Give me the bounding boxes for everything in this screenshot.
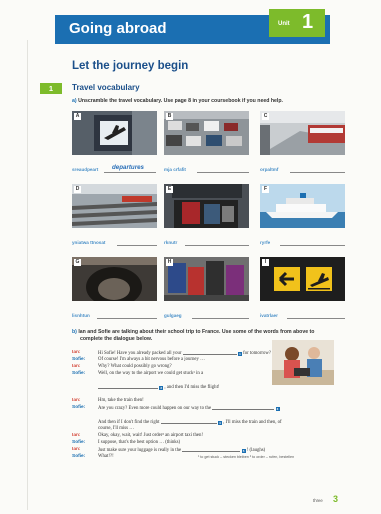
scrambled-word-f: ryrfe [260, 240, 271, 245]
speaker: Sofie: [72, 357, 86, 362]
speaker: Ian: [72, 447, 81, 452]
page-heading: Let the journey begin [72, 60, 189, 72]
photo-ian-and-sofie [272, 340, 334, 385]
speaker: Ian: [72, 433, 81, 438]
speaker: Sofie: [72, 371, 86, 376]
exercise-a-instruction: a) Unscramble the travel vocabulary. Use… [72, 98, 283, 105]
footnotes: ¹ to get stuck – stecken bleiben ² to or… [198, 455, 295, 459]
dialogue-gap[interactable] [160, 419, 217, 424]
dialogue-gap[interactable] [182, 447, 241, 452]
photo-letter: E [166, 186, 173, 193]
dialogue-line-2: Of course! I'm always a bit nervous befo… [98, 357, 205, 362]
photo-d-railway-station: D [72, 184, 157, 228]
line-text-part: Just make sure your luggage is really in… [98, 448, 182, 453]
dialogue-line-9: course, I'll miss … [98, 426, 135, 431]
photo-letter: I [262, 259, 269, 266]
answer-line-h[interactable] [192, 318, 249, 319]
dialogue-gap[interactable] [98, 384, 158, 389]
answer-line-g[interactable] [97, 318, 157, 319]
photo-c-platform: C [260, 111, 345, 155]
scrambled-word-h: gulgaeg [164, 313, 182, 318]
gap-number: 2 [159, 385, 164, 390]
unit-label: Unit [278, 21, 290, 27]
photo-b-traffic-jam: B [164, 111, 249, 155]
dialogue-line-10: Okay, okay, wait, wait! Just order² an a… [98, 433, 203, 438]
line-text-part: , and then I'd miss the flight! [164, 385, 220, 390]
scrambled-word-d: yniatwa ttnosat [72, 240, 106, 245]
scrambled-word-a: sreaudpeart [72, 167, 99, 172]
line-text-part: Are you crazy? Even more could happen on… [98, 406, 212, 411]
dialogue-line-1: Hi Sofie! Have you already packed all yo… [98, 350, 271, 356]
dialogue-line-13: What!?! [98, 454, 114, 459]
exercise-b-instruction-line-2: complete the dialogue below. [80, 336, 153, 342]
dialogue-line-12: Just make sure your luggage is really in… [98, 447, 265, 453]
dialogue-line-11: I suppose, that's the best option … (thi… [98, 440, 181, 445]
speaker: Sofie: [72, 454, 86, 459]
unit-number: 1 [302, 11, 314, 33]
section-number: 1 [40, 83, 62, 94]
answer-line-b[interactable] [197, 172, 249, 173]
photo-letter: H [166, 259, 173, 266]
scrambled-word-c: orpaltmf [260, 167, 279, 172]
photo-letter: B [166, 113, 173, 120]
exercise-b-text-1: Ian and Sofie are talking about their sc… [78, 329, 315, 335]
section-title: Travel vocabulary [72, 83, 140, 92]
answer-line-d[interactable] [117, 245, 157, 246]
exercise-b-instruction: b) Ian and Sofie are talking about their… [72, 329, 314, 336]
scrambled-word-g: lisnhtun [72, 313, 90, 318]
answer-a: departures [112, 164, 144, 171]
scrambled-word-b: mja crfafit [164, 167, 186, 172]
dialogue-line-6: Hm, take the train then! [98, 398, 144, 403]
dialogue-line-4: Well, on the way to the airport we could… [98, 371, 204, 376]
exercise-a-label: a) [72, 98, 77, 104]
photo-a-departures-sign: A [72, 111, 157, 155]
dialogue-line-3: Why? What could possibly go wrong? [98, 364, 172, 369]
unit-badge: Unit 1 [269, 9, 325, 37]
photo-letter: F [262, 186, 269, 193]
gap-number: 1 [237, 351, 242, 356]
dialogue-gap[interactable] [212, 405, 275, 410]
photo-h-luggage: H [164, 257, 249, 301]
gap-number: 5 [241, 448, 246, 453]
line-text-part: ! (laughs) [246, 448, 266, 453]
scrambled-word-i: ivatrlaer [260, 313, 278, 318]
workbook-page: Going abroad Unit 1 Let the journey begi… [0, 0, 381, 514]
speaker: Sofie: [72, 440, 86, 445]
answer-line-i[interactable] [287, 318, 345, 319]
dialogue-line-7: Are you crazy? Even more could happen on… [98, 405, 280, 411]
photo-letter: G [74, 259, 81, 266]
speaker: Sofie: [72, 405, 86, 410]
photo-letter: C [262, 113, 269, 120]
dialogue-gap[interactable] [182, 350, 237, 355]
photo-letter: D [74, 186, 81, 193]
dialogue-line-8: And then if I don't find the right 4 , I… [98, 419, 282, 425]
gap-number: 4 [217, 420, 222, 425]
scrambled-word-e: rknutr [164, 240, 178, 245]
photo-letter: A [74, 113, 81, 120]
photo-f-ferry: F [260, 184, 345, 228]
photo-g-tunnel: G [72, 257, 157, 301]
header-title: Going abroad [69, 20, 167, 37]
photo-e-car-trunk: E [164, 184, 249, 228]
line-text-part: for tomorrow? [243, 351, 271, 356]
exercise-b-label: b) [72, 329, 77, 335]
page-number-word: three [313, 498, 323, 503]
gap-number: 3 [275, 406, 280, 411]
line-text-part: And then if I don't find the right [98, 420, 160, 425]
speaker: Ian: [72, 350, 81, 355]
answer-line-c[interactable] [290, 172, 345, 173]
answer-line-e[interactable] [185, 245, 249, 246]
dialogue-line-5: 2 , and then I'd miss the flight! [98, 384, 220, 390]
speaker: Ian: [72, 398, 81, 403]
answer-line-f[interactable] [280, 245, 345, 246]
speaker: Ian: [72, 364, 81, 369]
answer-line-a[interactable] [104, 172, 156, 173]
exercise-a-text: Unscramble the travel vocabulary. Use pa… [78, 98, 283, 104]
line-text-part: , I'll miss the train and then, of [223, 420, 282, 425]
line-text-part: Hi Sofie! Have you already packed all yo… [98, 351, 182, 356]
page-number: 3 [333, 494, 339, 504]
margin-rule [27, 40, 28, 510]
photo-i-arrivals-sign: I [260, 257, 345, 301]
